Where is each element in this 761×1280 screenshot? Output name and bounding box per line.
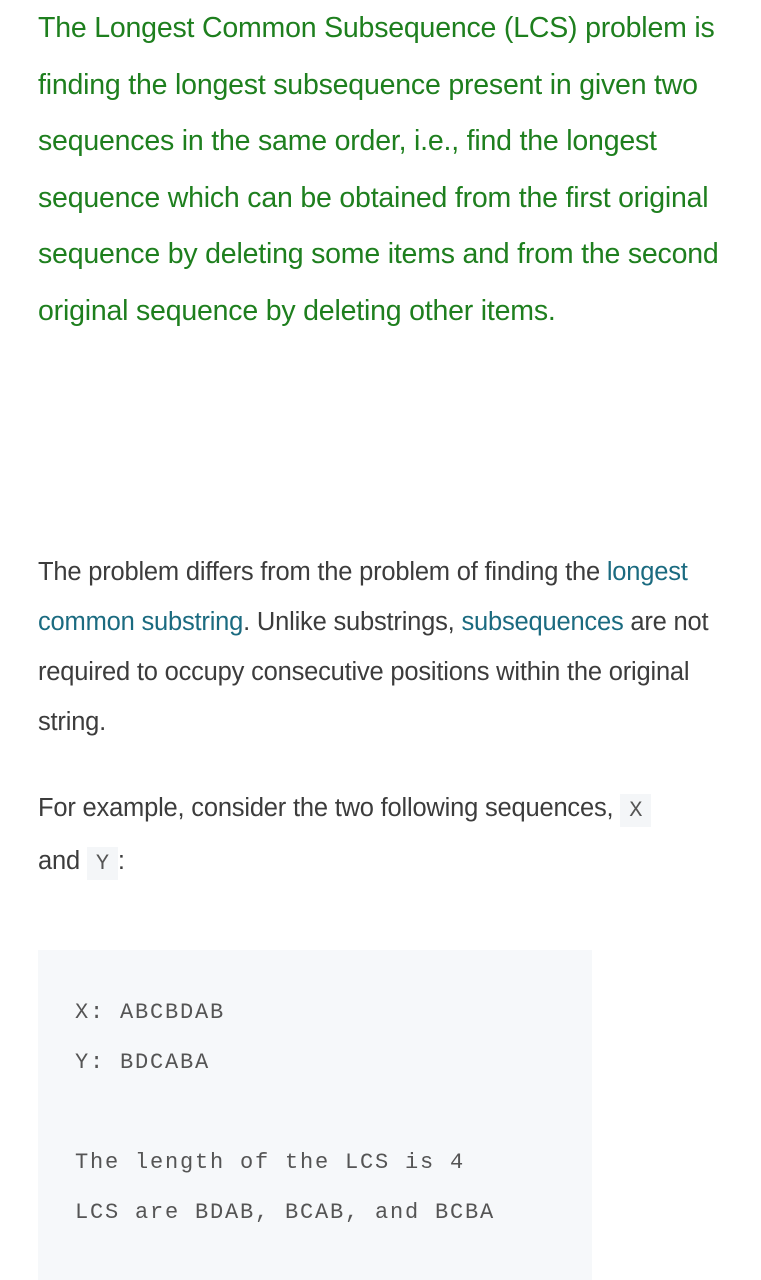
inline-code-y: Y xyxy=(86,847,118,880)
example-connector-text: and xyxy=(38,847,87,875)
example-tail-text: : xyxy=(117,847,125,875)
code-line-x-sequence: X: ABCBDAB xyxy=(75,1000,226,1025)
example-lead-text: For example, consider the two following … xyxy=(38,794,621,822)
subsequences-link[interactable]: subsequences xyxy=(461,608,623,636)
code-block: X: ABCBDAB Y: BDCABA The length of the L… xyxy=(38,950,592,1280)
difference-lead-text: The problem differs from the problem of … xyxy=(38,558,607,586)
code-line-y-sequence: Y: BDCABA xyxy=(75,1050,211,1075)
example-paragraph: For example, consider the two following … xyxy=(38,783,738,889)
difference-paragraph: The problem differs from the problem of … xyxy=(38,547,738,747)
intro-paragraph: The Longest Common Subsequence (LCS) pro… xyxy=(38,12,719,327)
inline-code-x: X xyxy=(620,794,652,827)
difference-middle-text: . Unlike substrings, xyxy=(243,608,462,636)
code-line-lcs-results: LCS are BDAB, BCAB, and BCBA xyxy=(75,1200,496,1225)
code-line-lcs-length: The length of the LCS is 4 xyxy=(75,1150,466,1175)
